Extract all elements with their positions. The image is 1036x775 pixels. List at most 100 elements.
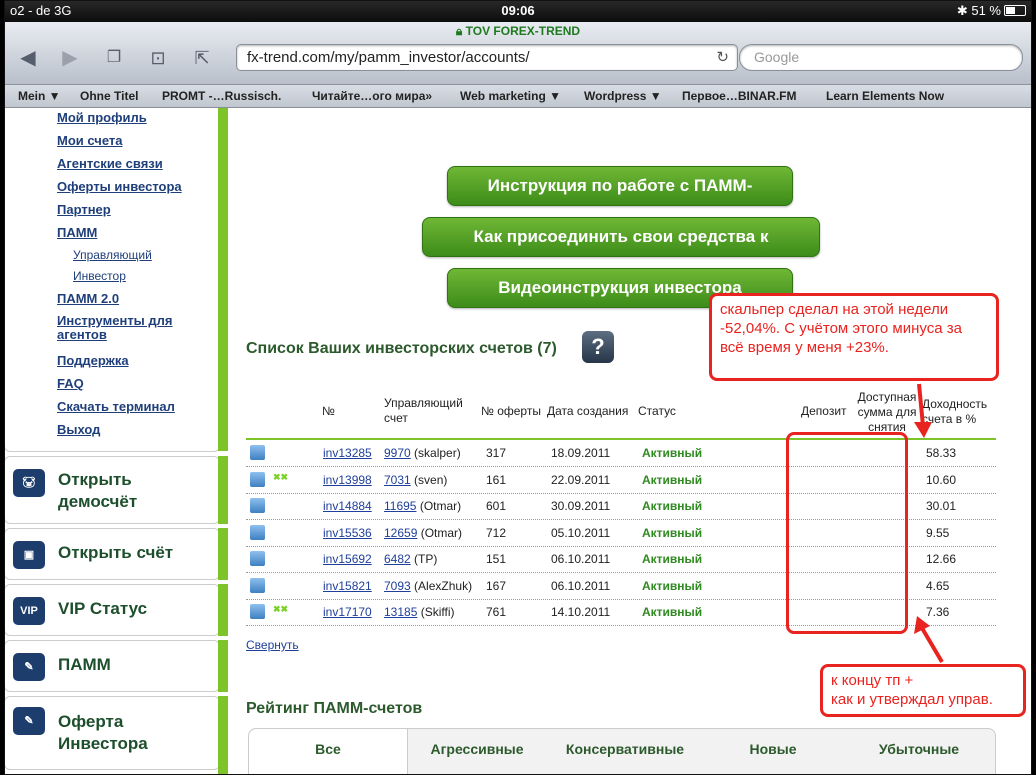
back-icon[interactable]: ◀ [14, 44, 42, 72]
manager-link[interactable]: 7093 [384, 579, 411, 593]
menu-item-download[interactable]: Скачать терминал [57, 399, 175, 414]
menu-item-manager[interactable]: Управляющий [73, 248, 152, 262]
offer-number: 167 [486, 578, 507, 593]
col-header-offer: № оферты [481, 404, 541, 418]
address-bar[interactable]: fx-trend.com/my/pamm_investor/accounts/ … [236, 44, 738, 71]
manager-name: (TP) [414, 552, 438, 566]
pamm-label: ПАММ [58, 655, 111, 674]
bookmark-item[interactable]: Ohne Titel [80, 89, 138, 103]
search-placeholder: Google [754, 49, 800, 65]
menu-item-support[interactable]: Поддержка [57, 353, 129, 368]
bookmark-item[interactable]: Web marketing ▼ [460, 89, 561, 103]
search-field[interactable]: Google [739, 44, 1023, 71]
sidebar-accent [218, 640, 228, 692]
sidebar-accent [218, 456, 228, 524]
vip-icon: VIP [13, 597, 45, 625]
annotation-note-bottom: к концу тп + как и утверждал управ. [820, 664, 1026, 717]
open-account-button[interactable]: ▣ Открыть счёт [4, 528, 220, 580]
account-link[interactable]: inv15821 [323, 579, 372, 593]
col-header-yield: Доходность счета в % [922, 397, 988, 426]
collapse-link[interactable]: Свернуть [246, 638, 299, 652]
yield-value: 4.65 [926, 578, 950, 593]
tab-loss-making[interactable]: Убыточные [843, 729, 995, 775]
offer-number: 712 [486, 525, 507, 540]
account-icon[interactable] [250, 604, 265, 619]
account-link[interactable]: inv15536 [323, 526, 372, 540]
offer-icon: ✎ [13, 707, 45, 735]
sidebar-accent [218, 696, 228, 775]
menu-item-investor-offers[interactable]: Оферты инвестора [57, 179, 182, 194]
status-badge: Активный [642, 552, 703, 566]
investor-offer-button[interactable]: ✎ Оферта Инвестора [4, 696, 220, 770]
pamm-button[interactable]: ✎ ПАММ [4, 640, 220, 692]
yield-value: 9.55 [926, 525, 950, 540]
account-icon[interactable] [250, 471, 265, 487]
site-title-text: TOV FOREX-TREND [465, 24, 581, 38]
menu-item-faq[interactable]: FAQ [57, 376, 84, 391]
manager-link[interactable]: 7031 [384, 473, 411, 487]
account-icon[interactable] [250, 577, 265, 593]
manager-name: (Otmar) [420, 525, 463, 540]
yield-value: 30.01 [926, 499, 957, 513]
lock-icon: 🔒︎ [455, 24, 466, 38]
col-header-num: № [322, 404, 335, 418]
offer-number: 761 [486, 605, 507, 619]
forward-icon[interactable]: ▶ [56, 44, 84, 72]
bookmark-item[interactable]: Первое…BINAR.FM [682, 89, 797, 103]
account-link[interactable]: inv13285 [323, 446, 372, 460]
manager-name: (skalper) [414, 446, 461, 460]
bookmark-item[interactable]: PROMT -…Russisch. [162, 89, 281, 103]
manager-link[interactable]: 13185 [384, 605, 417, 619]
manager-link[interactable]: 9970 [384, 446, 411, 460]
menu-item-agent-links[interactable]: Агентские связи [57, 156, 163, 171]
menu-item-partner[interactable]: Партнер [57, 202, 111, 217]
reload-icon[interactable]: ↻ [716, 48, 729, 66]
offer-flag-icon: ✖✖ [273, 604, 289, 614]
creation-date: 22.09.2011 [551, 472, 611, 487]
pamm-instructions-button[interactable]: Инструкция по работе с ПАММ- [447, 166, 793, 206]
tab-conservative[interactable]: Консервативные [547, 729, 703, 775]
status-badge: Активный [642, 499, 703, 513]
manager-link[interactable]: 11695 [384, 499, 416, 513]
share-icon[interactable]: ⇱ [188, 44, 216, 72]
tab-all[interactable]: Все [249, 729, 408, 775]
open-demo-button[interactable]: 🐷︎ Открыть демосчёт [4, 456, 220, 524]
bookmark-item[interactable]: Learn Elements Now [826, 89, 944, 103]
menu-item-investor[interactable]: Инвестор [73, 269, 126, 283]
menu-item-logout[interactable]: Выход [57, 422, 100, 437]
bookmark-item[interactable]: Wordpress ▼ [584, 89, 662, 103]
open-account-label: Открыть счёт [58, 543, 174, 562]
vip-status-button[interactable]: VIP VIP Статус [4, 584, 220, 636]
menu-item-accounts[interactable]: Мои счета [57, 133, 122, 148]
account-link[interactable]: inv15692 [323, 552, 372, 566]
tab-new[interactable]: Новые [703, 729, 843, 775]
account-link[interactable]: inv13998 [323, 473, 372, 487]
manager-name: (AlexZhuk) [414, 578, 473, 593]
account-icon[interactable] [250, 524, 265, 540]
sidebar-accent [218, 584, 228, 636]
help-button[interactable]: ? [582, 331, 614, 363]
account-link[interactable]: inv17170 [323, 605, 372, 619]
ipad-screen: o2 - de 3G 09:06 ✱ 51 % 🔒︎ TOV FOREX-TRE… [4, 0, 1032, 775]
browser-toolbar: 🔒︎ TOV FOREX-TREND ◀ ▶ ❐ ⊡ ⇱ fx-trend.co… [4, 22, 1032, 85]
menu-item-pamm2[interactable]: ПАММ 2.0 [57, 291, 119, 306]
account-link[interactable]: inv14884 [323, 499, 372, 513]
join-funds-button[interactable]: Как присоединить свои средства к [422, 217, 820, 257]
tab-aggressive[interactable]: Агрессивные [407, 729, 547, 775]
address-text: fx-trend.com/my/pamm_investor/accounts/ [247, 49, 530, 66]
account-icon[interactable] [250, 551, 265, 566]
account-icon[interactable] [250, 498, 265, 513]
menu-item-pamm[interactable]: ПАММ [57, 225, 97, 240]
status-badge: Активный [642, 446, 703, 460]
account-icon[interactable] [250, 445, 265, 460]
bookmark-item[interactable]: Читайте…ого мира» [312, 89, 432, 103]
accounts-list-title: Список Ваших инвесторских счетов (7) [246, 340, 557, 357]
bookmarks-icon[interactable]: ⊡ [144, 44, 172, 72]
bookmark-item[interactable]: Mein ▼ [18, 89, 61, 103]
manager-link[interactable]: 6482 [384, 552, 411, 566]
menu-item-profile[interactable]: Мой профиль [57, 110, 147, 125]
menu-item-agent-tools[interactable]: Инструменты для агентов [57, 314, 207, 342]
manager-link[interactable]: 12659 [384, 526, 417, 540]
status-bar: o2 - de 3G 09:06 ✱ 51 % [4, 0, 1032, 22]
tabs-icon[interactable]: ❐ [100, 44, 128, 72]
